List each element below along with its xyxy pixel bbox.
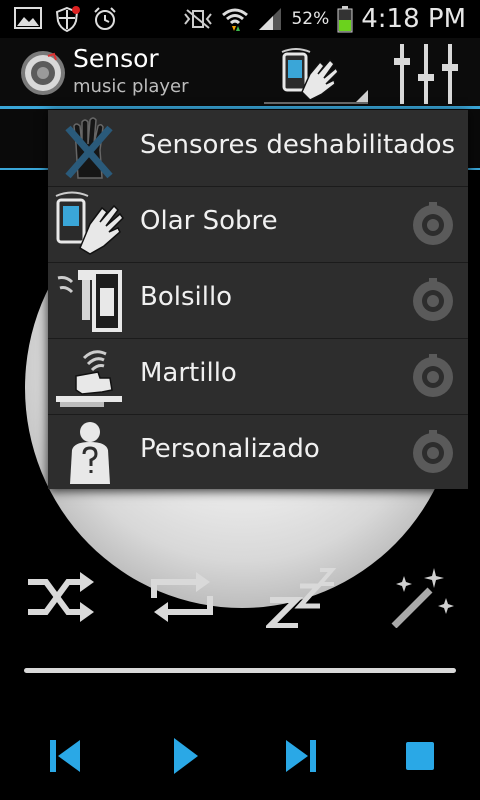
settings-gear-icon[interactable] [410, 354, 456, 400]
sleep-icon[interactable] [266, 566, 338, 628]
hammer-icon [56, 350, 122, 407]
app-title: Sensor [73, 44, 159, 73]
next-icon[interactable] [274, 728, 330, 784]
hand-over-icon [55, 191, 124, 255]
menu-item-hammer[interactable]: Martillo [48, 338, 468, 415]
settings-gear-icon[interactable] [410, 202, 456, 248]
clock: 4:18 PM [361, 4, 466, 34]
menu-item-label: Personalizado [140, 434, 320, 464]
battery-icon [337, 6, 353, 33]
status-bar: 52% 4:18 PM [0, 0, 480, 38]
gallery-icon [14, 7, 42, 29]
menu-item-custom[interactable]: Personalizado [48, 414, 468, 490]
menu-item-label: Olar Sobre [140, 206, 278, 236]
wifi-icon [222, 8, 249, 31]
menu-item-pocket[interactable]: Bolsillo [48, 262, 468, 339]
sensor-mode-spinner[interactable] [264, 44, 368, 104]
equalizer-icon[interactable] [392, 42, 460, 106]
custom-person-icon [70, 422, 110, 484]
menu-item-label: Sensores deshabilitados [140, 130, 456, 160]
pocket-icon [57, 270, 122, 332]
settings-gear-icon[interactable] [410, 278, 456, 324]
signal-icon [259, 8, 282, 30]
shield-icon [55, 6, 80, 32]
menu-item-label: Martillo [140, 358, 237, 388]
settings-gear-icon[interactable] [410, 430, 456, 476]
menu-item-wave-over[interactable]: Olar Sobre [48, 186, 468, 263]
battery-percent: 52% [291, 9, 330, 29]
stop-icon[interactable] [392, 728, 448, 784]
shuffle-icon[interactable] [24, 566, 96, 628]
menu-item-label: Bolsillo [140, 282, 233, 312]
magic-wand-icon[interactable] [386, 566, 458, 628]
app-logo-icon[interactable] [20, 50, 66, 96]
sensor-mode-menu: Sensores deshabilitados Olar Sobre Bolsi… [48, 110, 468, 489]
alarm-icon [94, 7, 116, 30]
previous-icon[interactable] [36, 728, 92, 784]
app-subtitle: music player [73, 76, 189, 97]
vibrate-icon [184, 9, 213, 29]
hand-disabled-icon [65, 117, 113, 179]
seek-bar[interactable] [24, 668, 456, 673]
repeat-icon[interactable] [146, 566, 218, 628]
menu-item-sensors-disabled[interactable]: Sensores deshabilitados [48, 110, 468, 187]
hand-over-icon [281, 48, 339, 101]
play-icon[interactable] [156, 728, 212, 784]
